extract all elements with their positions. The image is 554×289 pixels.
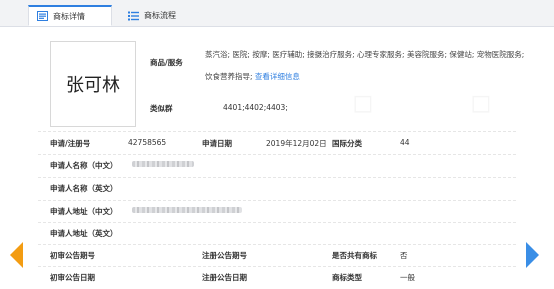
- shared-value: 否: [400, 251, 408, 260]
- applicant-en-label: 申请人名称（英文）: [50, 184, 118, 193]
- divider: [38, 131, 516, 132]
- divider: [38, 177, 516, 178]
- trademark-logo: 张可林: [50, 41, 136, 127]
- intl-class-value: 44: [400, 138, 410, 147]
- divider: [38, 266, 516, 267]
- detail-icon: [37, 11, 48, 21]
- prelim-date-label: 初审公告日期: [50, 273, 95, 282]
- reg-notice-no-label: 注册公告期号: [202, 251, 247, 260]
- divider: [38, 222, 516, 223]
- divider: [38, 244, 516, 245]
- reg-no-value: 42758565: [128, 138, 167, 147]
- reg-no-label: 申请/注册号: [50, 139, 91, 148]
- shared-label: 是否共有商标: [332, 251, 377, 260]
- reg-notice-date-label: 注册公告日期: [202, 273, 247, 282]
- type-label: 商标类型: [332, 273, 362, 282]
- goods-services-text: 蒸汽浴; 医院; 按摩; 医疗辅助; 接摄治疗服务; 心理专家服务; 美容院服务…: [205, 50, 525, 81]
- prelim-no-label: 初审公告期号: [50, 251, 95, 260]
- applicant-cn-redacted: [132, 161, 194, 167]
- watermark: ◻: [470, 88, 492, 118]
- similar-group-value: 4401;4402;4403;: [223, 103, 288, 112]
- list-icon: [128, 11, 139, 21]
- tab-trademark-process[interactable]: 商标流程: [120, 5, 212, 26]
- apply-date-label: 申请日期: [202, 139, 232, 148]
- address-en-label: 申请人地址（英文）: [50, 229, 118, 238]
- similar-group-label: 类似群: [150, 104, 173, 113]
- divider: [38, 154, 516, 155]
- tab-bar: 商标详情 商标流程: [0, 0, 554, 27]
- tab-label: 商标详情: [53, 11, 85, 21]
- watermark: ◻: [352, 88, 374, 118]
- address-cn-label: 申请人地址（中文）: [50, 207, 118, 216]
- address-cn-redacted: [132, 207, 242, 213]
- goods-services-value: 蒸汽浴; 医院; 按摩; 医疗辅助; 接摄治疗服务; 心理专家服务; 美容院服务…: [205, 44, 527, 88]
- apply-date-value: 2019年12月02日: [266, 139, 327, 148]
- tab-label: 商标流程: [144, 11, 176, 20]
- next-arrow-icon[interactable]: [526, 242, 539, 268]
- tab-trademark-detail[interactable]: 商标详情: [28, 5, 112, 26]
- view-details-link[interactable]: 查看详细信息: [255, 72, 300, 81]
- type-value: 一般: [400, 273, 415, 282]
- prev-arrow-icon[interactable]: [10, 242, 23, 268]
- goods-services-label: 商品/服务: [150, 58, 183, 67]
- divider: [38, 200, 516, 201]
- applicant-cn-label: 申请人名称（中文）: [50, 161, 118, 170]
- intl-class-label: 国际分类: [332, 139, 362, 148]
